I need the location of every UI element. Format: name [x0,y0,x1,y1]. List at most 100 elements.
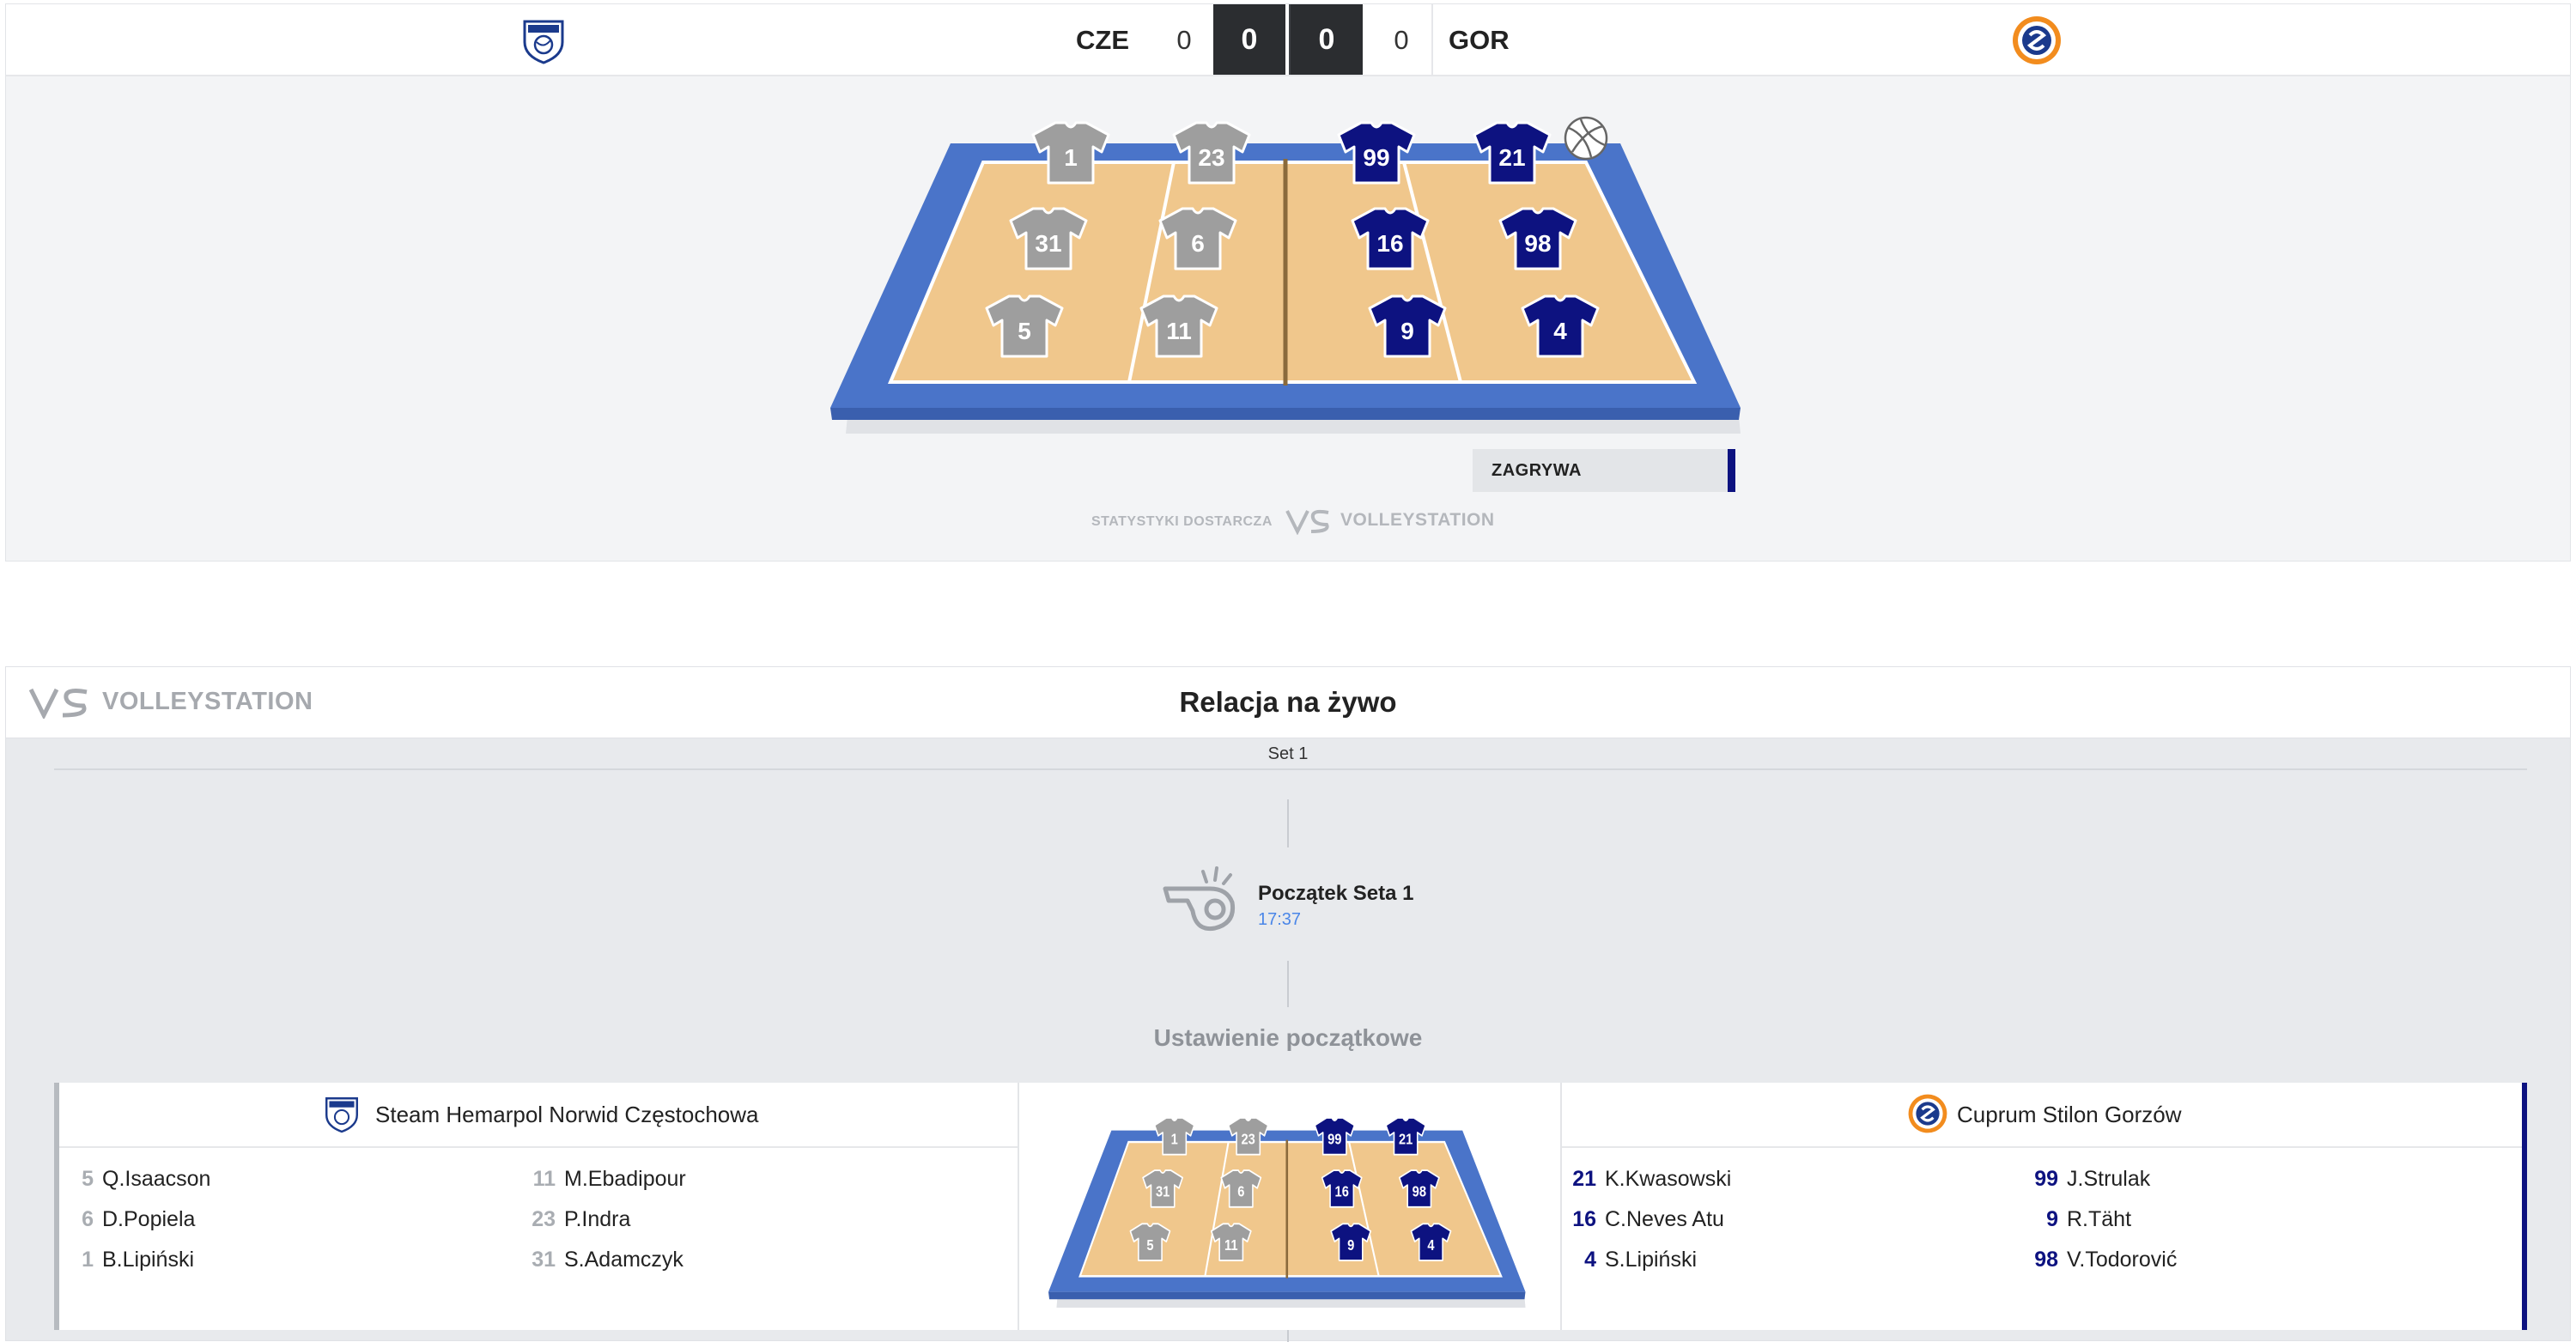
jersey-number: 5 [1018,318,1031,344]
player-name: R.Täht [2067,1207,2132,1231]
jersey-number: 31 [1156,1185,1170,1200]
jersey-number: 21 [1399,1133,1413,1148]
jersey-number: 5 [1146,1238,1153,1254]
player-name: S.Adamczyk [564,1248,683,1272]
home-lineup-card: Steam Hemarpol Norwid Częstochowa 5 Q.Isa… [54,1083,1018,1330]
home-points: 0 [1213,4,1285,75]
player-number: 11 [532,1167,556,1191]
home-team-code: CZE [1076,25,1129,55]
jersey-number: 98 [1524,230,1551,257]
player-number: 23 [532,1207,556,1231]
player-entry[interactable]: 9 R.Täht [2024,1207,2131,1232]
jersey-number: 4 [1553,318,1567,344]
jersey-number: 6 [1191,230,1205,257]
player-entry[interactable]: 31 S.Adamczyk [521,1248,683,1272]
player-entry[interactable]: 21 K.Kwasowski [1562,1167,1731,1192]
player-name: P.Indra [564,1207,631,1231]
serve-team-accent [1728,449,1735,492]
scoreboard-bar: CZE 0 0 0 0 GOR [6,4,2570,76]
away-team-code: GOR [1449,25,1510,55]
player-number: 9 [2046,1207,2058,1231]
volleystation-logo-icon [1285,509,1329,535]
player-number: 31 [532,1248,556,1272]
score-divider [1431,4,1433,75]
player-name: B.Lipiński [102,1248,194,1272]
court-edge [1048,1291,1526,1300]
player-number: 5 [82,1167,94,1191]
timeline-line [1287,799,1289,847]
jersey-number: 31 [1035,230,1061,257]
player-entry[interactable]: 16 C.Neves Atu [1562,1207,1724,1232]
court-edge [830,408,1741,420]
home-sets-won: 0 [1176,25,1192,55]
volleyball-icon [1564,116,1608,161]
home-team-logo [325,1097,358,1133]
stats-credit-brand[interactable]: VOLLEYSTATION [1340,510,1495,531]
jersey-number: 99 [1327,1133,1341,1148]
stats-credit-label: STATYSTYKI DOSTARCZA [1091,514,1273,529]
stats-credit: STATYSTYKI DOSTARCZA VOLLEYSTATION [1091,502,1504,537]
player-entry[interactable]: 4 S.Lipiński [1562,1248,1697,1272]
home-team-logo[interactable] [521,16,566,64]
player-entry[interactable]: 98 V.Todorović [2024,1248,2177,1272]
lineup-mini-court: 1 23 31 6 5 11 99 21 16 98 9 4 [1048,1117,1526,1308]
jersey-number: 6 [1237,1185,1244,1200]
jersey-number: 4 [1427,1238,1434,1254]
player-number: 4 [1584,1248,1596,1272]
player-name: K.Kwasowski [1605,1167,1732,1191]
player-name: D.Popiela [102,1207,196,1231]
player-number: 99 [2034,1167,2058,1191]
jersey-number: 16 [1376,230,1403,257]
match-widget: CZE 0 0 0 0 GOR 1 23 31 6 5 11 99 21 16 98 9 4 ZAGR… [5,3,2571,562]
away-points: 0 [1289,4,1363,75]
jersey-number: 21 [1498,144,1525,171]
away-team-name: Cuprum Stilon Gorzów [1957,1102,2182,1127]
player-entry[interactable]: 11 M.Ebadipour [521,1167,686,1192]
serve-label: ZAGRYWA [1492,461,1582,480]
live-report-title: Relacja na żywo [1179,686,1397,718]
timeline-line [1287,1330,1289,1342]
home-team-name: Steam Hemarpol Norwid Częstochowa [375,1102,759,1127]
player-name: S.Lipiński [1605,1248,1697,1272]
live-report-panel: VOLLEYSTATION Relacja na żywo Set 1 Pocz… [5,666,2571,1342]
player-entry[interactable]: 6 D.Popiela [59,1207,195,1232]
player-name: M.Ebadipour [564,1167,686,1191]
away-lineup-header: Cuprum Stilon Gorzów [1562,1083,2522,1148]
home-lineup-header: Steam Hemarpol Norwid Częstochowa [59,1083,1018,1148]
player-number: 21 [1572,1167,1596,1191]
player-number: 1 [82,1248,94,1272]
player-name: V.Todorović [2067,1248,2178,1272]
live-report-header: VOLLEYSTATION Relacja na żywo [6,667,2570,738]
whistle-icon [1163,866,1236,932]
jersey-number: 98 [1413,1185,1426,1200]
live-court: 1 23 31 6 5 11 99 21 16 98 9 4 [830,116,1741,434]
jersey-number: 11 [1224,1238,1238,1254]
jersey-number: 99 [1363,144,1389,171]
away-team-logo [1908,1094,1947,1133]
player-name: Q.Isaacson [102,1167,211,1191]
away-sets-won: 0 [1394,25,1409,55]
set-label: Set 1 [1267,744,1309,763]
jersey-number: 1 [1171,1133,1178,1148]
player-number: 98 [2034,1248,2058,1272]
player-entry[interactable]: 99 J.Strulak [2024,1167,2150,1192]
player-number: 16 [1572,1207,1596,1231]
player-entry[interactable]: 1 B.Lipiński [59,1248,194,1272]
player-name: J.Strulak [2067,1167,2151,1191]
event-time: 17:37 [1258,910,1302,929]
serve-indicator: ZAGRYWA [1473,449,1735,492]
set-divider [54,768,2527,770]
away-team-logo[interactable] [2011,15,2063,66]
event-title: Początek Seta 1 [1258,882,1414,905]
away-lineup-card: Cuprum Stilon Gorzów 21 K.Kwasowski 99 J.St… [1562,1083,2527,1330]
jersey-number: 23 [1198,144,1224,171]
player-number: 6 [82,1207,94,1231]
jersey-number: 9 [1347,1238,1354,1254]
player-entry[interactable]: 23 P.Indra [521,1207,630,1232]
lineup-court-card: 1 23 31 6 5 11 99 21 16 98 9 4 [1018,1083,1562,1330]
lineup-title: Ustawienie początkowe [1153,1024,1423,1051]
player-entry[interactable]: 5 Q.Isaacson [59,1167,210,1192]
jersey-number: 16 [1335,1185,1349,1200]
player-name: C.Neves Atu [1605,1207,1724,1231]
jersey-number: 11 [1166,318,1192,344]
